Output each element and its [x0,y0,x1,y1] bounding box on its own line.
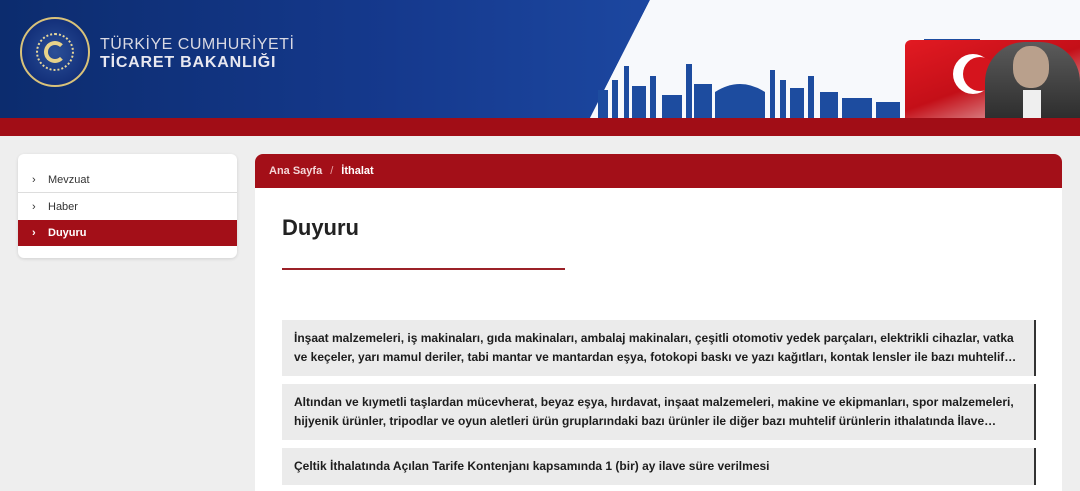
header-red-bar [0,118,1080,136]
brand-line-1: TÜRKİYE CUMHURİYETİ [100,36,295,53]
sidebar-menu: › Mevzuat › Haber › Duyuru [18,154,237,258]
announcement-item[interactable]: Çeltik İthalatında Açılan Tarife Kontenj… [282,448,1036,485]
header-blue-band [0,0,650,118]
announcement-text[interactable]: İnşaat malzemeleri, iş makinaları, gıda … [294,329,1022,367]
sidebar-item-mevzuat[interactable]: › Mevzuat [18,167,237,193]
announcement-text[interactable]: Altından ve kıymetli taşlardan mücevhera… [294,393,1022,431]
page-title: Duyuru [282,215,359,240]
chevron-right-icon: › [32,201,36,213]
breadcrumb: Ana Sayfa / İthalat [255,154,1062,188]
sidebar-item-duyuru[interactable]: › Duyuru [18,220,237,246]
title-underline [282,268,565,270]
sidebar-item-haber[interactable]: › Haber [18,194,237,220]
ministry-logo[interactable] [20,17,90,87]
brand-line-2: TİCARET BAKANLIĞI [100,54,277,71]
announcement-text[interactable]: Çeltik İthalatında Açılan Tarife Kontenj… [294,457,1022,476]
announcement-item[interactable]: İnşaat malzemeleri, iş makinaları, gıda … [282,320,1036,376]
sidebar-item-label: Duyuru [48,227,87,239]
breadcrumb-home-link[interactable]: Ana Sayfa [269,165,322,177]
content-panel: Ana Sayfa / İthalat Duyuru İnşaat malzem… [255,154,1062,491]
ataturk-portrait-image [985,42,1080,118]
breadcrumb-current[interactable]: İthalat [341,165,373,177]
breadcrumb-separator: / [330,165,334,177]
sidebar-item-label: Haber [48,201,78,213]
site-header: TÜRKİYE CUMHURİYETİ TİCARET BAKANLIĞI [0,0,1080,118]
chevron-right-icon: › [32,173,36,186]
chevron-right-icon: › [32,227,36,239]
sidebar-item-label: Mevzuat [48,173,90,186]
city-skyline-illustration [598,64,900,118]
announcement-item[interactable]: Altından ve kıymetli taşlardan mücevhera… [282,384,1036,440]
